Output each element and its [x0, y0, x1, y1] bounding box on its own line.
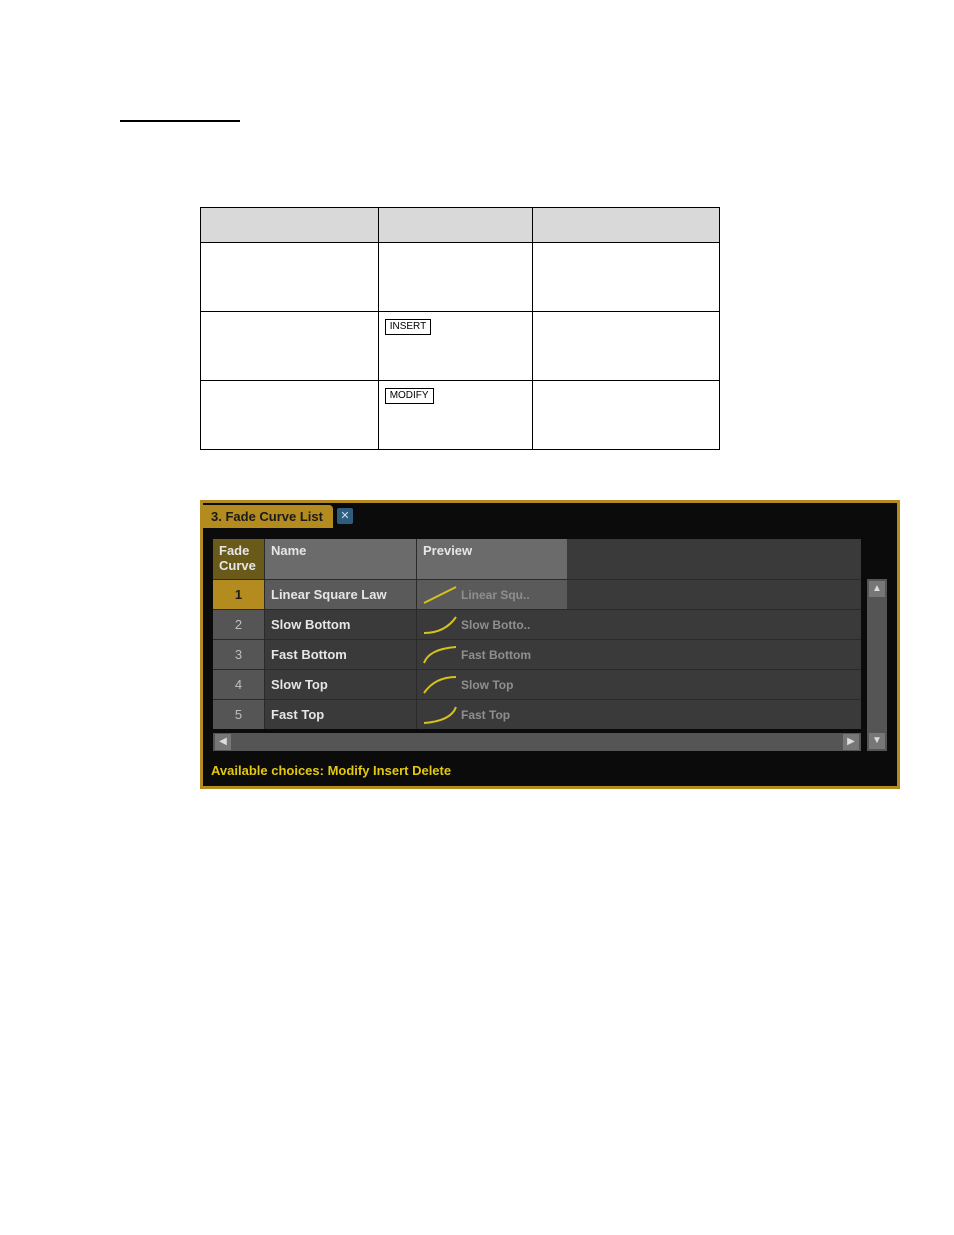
row-name: Fast Top	[265, 699, 417, 729]
fade-curve-row[interactable]: 1Linear Square Law Linear Squ..	[213, 579, 861, 609]
fade-curve-row[interactable]: 2Slow Bottom Slow Botto..	[213, 609, 861, 639]
table-cell	[533, 381, 720, 450]
table-cell	[201, 312, 379, 381]
row-preview: Fast Top	[417, 699, 567, 729]
table-header-cell	[378, 208, 532, 243]
table-header-cell	[533, 208, 720, 243]
horizontal-scrollbar[interactable]: ◀ ▶	[213, 733, 861, 751]
section-heading	[120, 100, 240, 122]
scroll-down-button[interactable]: ▼	[869, 733, 885, 749]
intro-paragraph	[120, 157, 864, 197]
close-icon: ✕	[340, 510, 349, 522]
grid-main: Fade Curve Name Preview 1Linear Square L…	[213, 539, 861, 751]
table-cell: MODIFY	[378, 381, 532, 450]
fade-curve-list-panel: 3. Fade Curve List ✕ Fade Curve Name Pre…	[200, 500, 900, 789]
table-row	[201, 243, 720, 312]
panel-title: 3. Fade Curve List	[203, 505, 333, 528]
scroll-right-button[interactable]: ▶	[843, 734, 859, 750]
table-cell	[201, 381, 379, 450]
row-spacer	[567, 609, 861, 640]
table-header-cell	[201, 208, 379, 243]
row-index: 1	[213, 579, 265, 609]
table-row: INSERT	[201, 312, 720, 381]
row-preview-label: Fast Top	[461, 708, 510, 722]
panel-body: Fade Curve Name Preview 1Linear Square L…	[203, 529, 897, 757]
table-cell	[201, 243, 379, 312]
column-header-name[interactable]: Name	[265, 539, 417, 579]
row-name: Linear Square Law	[265, 579, 417, 609]
row-name: Slow Top	[265, 669, 417, 699]
keycap-modify: MODIFY	[385, 388, 434, 404]
row-spacer	[567, 699, 861, 730]
row-preview: Slow Botto..	[417, 609, 567, 639]
row-name: Slow Bottom	[265, 609, 417, 639]
row-preview: Slow Top	[417, 669, 567, 699]
fade-curve-row[interactable]: 5Fast TopFast Top	[213, 699, 861, 729]
table-cell	[533, 312, 720, 381]
fade-curve-icon	[423, 616, 457, 634]
fade-curve-icon	[423, 646, 457, 664]
row-preview: Fast Bottom	[417, 639, 567, 669]
row-preview-label: Linear Squ..	[461, 588, 530, 602]
column-header-fade-curve[interactable]: Fade Curve	[213, 539, 265, 579]
scroll-left-button[interactable]: ◀	[215, 734, 231, 750]
row-preview: Linear Squ..	[417, 579, 567, 609]
fade-curve-row[interactable]: 4Slow TopSlow Top	[213, 669, 861, 699]
column-header-spacer	[567, 539, 861, 579]
table-cell: INSERT	[378, 312, 532, 381]
fade-curve-icon	[423, 586, 457, 604]
keycap-insert: INSERT	[385, 319, 432, 335]
fade-curve-icon	[423, 676, 457, 694]
grid-area: Fade Curve Name Preview 1Linear Square L…	[213, 539, 887, 751]
row-preview-label: Slow Top	[461, 678, 513, 692]
panel-titlebar[interactable]: 3. Fade Curve List ✕	[203, 503, 897, 529]
table-cell	[378, 243, 532, 312]
row-index: 5	[213, 699, 265, 729]
row-index: 3	[213, 639, 265, 669]
row-spacer	[567, 579, 861, 610]
actions-table-wrap: INSERT MODIFY	[200, 207, 864, 450]
row-preview-label: Slow Botto..	[461, 618, 530, 632]
panel-statusbar: Available choices: Modify Insert Delete	[203, 757, 897, 786]
row-spacer	[567, 639, 861, 670]
table-row: MODIFY	[201, 381, 720, 450]
vertical-scrollbar[interactable]: ▲ ▼	[867, 579, 887, 751]
fade-curve-icon	[423, 706, 457, 724]
row-index: 4	[213, 669, 265, 699]
column-header-preview[interactable]: Preview	[417, 539, 567, 579]
document-page: INSERT MODIFY 3. Fade Curve Li	[0, 0, 954, 1235]
scroll-up-button[interactable]: ▲	[869, 581, 885, 597]
close-button[interactable]: ✕	[337, 508, 353, 524]
grid-rows: 1Linear Square LawLinear Squ..2Slow Bott…	[213, 579, 861, 729]
row-name: Fast Bottom	[265, 639, 417, 669]
table-cell	[533, 243, 720, 312]
screenshot-container: 3. Fade Curve List ✕ Fade Curve Name Pre…	[200, 500, 864, 789]
actions-table: INSERT MODIFY	[200, 207, 720, 450]
row-preview-label: Fast Bottom	[461, 648, 531, 662]
row-spacer	[567, 669, 861, 700]
table-header-row	[201, 208, 720, 243]
fade-curve-row[interactable]: 3Fast BottomFast Bottom	[213, 639, 861, 669]
grid-header: Fade Curve Name Preview	[213, 539, 861, 579]
row-index: 2	[213, 609, 265, 639]
